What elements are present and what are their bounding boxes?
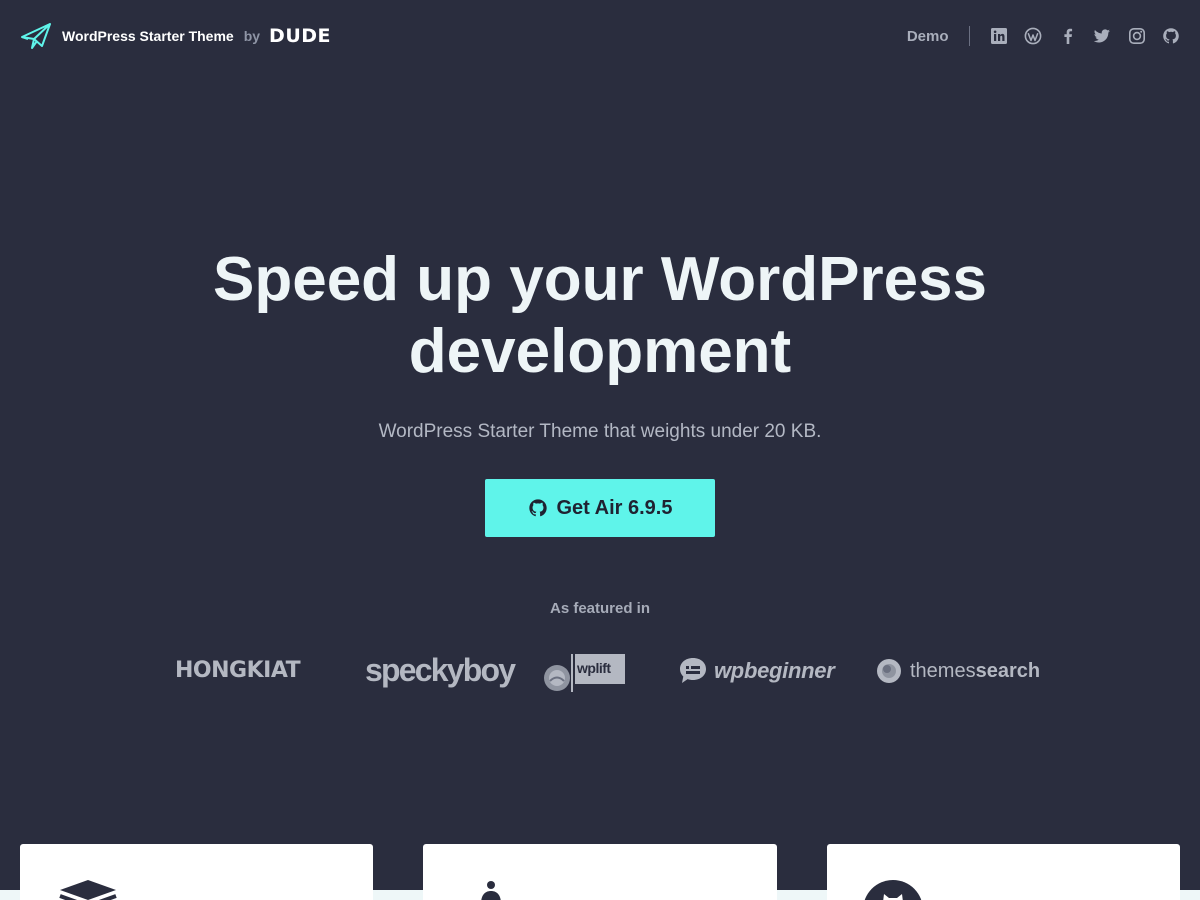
github-icon[interactable] bbox=[1162, 27, 1180, 45]
social-links bbox=[990, 27, 1181, 45]
brand-name: WordPress Starter Theme bbox=[62, 28, 234, 44]
feature-card-1 bbox=[20, 844, 373, 900]
wordpress-icon[interactable] bbox=[1024, 27, 1042, 45]
twitter-icon[interactable] bbox=[1093, 27, 1111, 45]
themessearch-circle-icon bbox=[877, 659, 901, 683]
brand-link[interactable]: WordPress Starter Theme by DUDE bbox=[20, 22, 331, 50]
layers-icon bbox=[59, 880, 117, 900]
wpbeginner-text: wpbeginner bbox=[714, 658, 835, 683]
facebook-icon[interactable] bbox=[1059, 27, 1077, 45]
wpbeginner-chat-icon bbox=[680, 658, 706, 683]
wpbeginner-logo[interactable]: wpbeginner bbox=[678, 656, 835, 686]
hero-subtitle: WordPress Starter Theme that weights und… bbox=[378, 421, 822, 442]
themessearch-text-light: themes bbox=[910, 659, 976, 682]
linkedin-icon[interactable] bbox=[990, 27, 1008, 45]
nav-divider bbox=[968, 26, 970, 46]
hongkiat-logo[interactable]: HONGKIAT bbox=[175, 658, 301, 683]
person-icon bbox=[481, 881, 501, 900]
github-icon bbox=[528, 499, 547, 517]
featured-label: As featured in bbox=[549, 600, 651, 617]
wplift-logo[interactable]: wplift bbox=[542, 650, 628, 694]
instagram-icon[interactable] bbox=[1128, 27, 1146, 45]
top-nav: Demo bbox=[907, 22, 1180, 50]
get-air-button-label: Get Air 6.9.5 bbox=[556, 496, 673, 519]
wplift-text: wplift bbox=[577, 660, 611, 676]
hero-title-line-2: development bbox=[408, 317, 792, 386]
feature-card-2 bbox=[423, 844, 777, 900]
github-octocat-icon bbox=[864, 880, 922, 900]
dude-logo: DUDE bbox=[269, 25, 331, 47]
hero-title-line-1: Speed up your WordPress bbox=[212, 245, 988, 314]
hero-title: Speed up your WordPress development bbox=[100, 244, 1100, 388]
featured-logos: HONGKIAT speckyboy wplift wpbeginner the… bbox=[0, 648, 1200, 698]
themessearch-logo[interactable]: themes search bbox=[876, 658, 1040, 684]
nav-demo-link[interactable]: Demo bbox=[907, 28, 949, 45]
site-header: WordPress Starter Theme by DUDE Demo bbox=[0, 0, 1200, 72]
get-air-button[interactable]: Get Air 6.9.5 bbox=[485, 479, 715, 537]
speckyboy-logo[interactable]: speckyboy bbox=[365, 652, 516, 689]
themessearch-text-bold: search bbox=[975, 659, 1041, 682]
paper-plane-logo-icon bbox=[21, 23, 51, 49]
brand-by: by bbox=[243, 28, 261, 44]
feature-card-3 bbox=[827, 844, 1180, 900]
